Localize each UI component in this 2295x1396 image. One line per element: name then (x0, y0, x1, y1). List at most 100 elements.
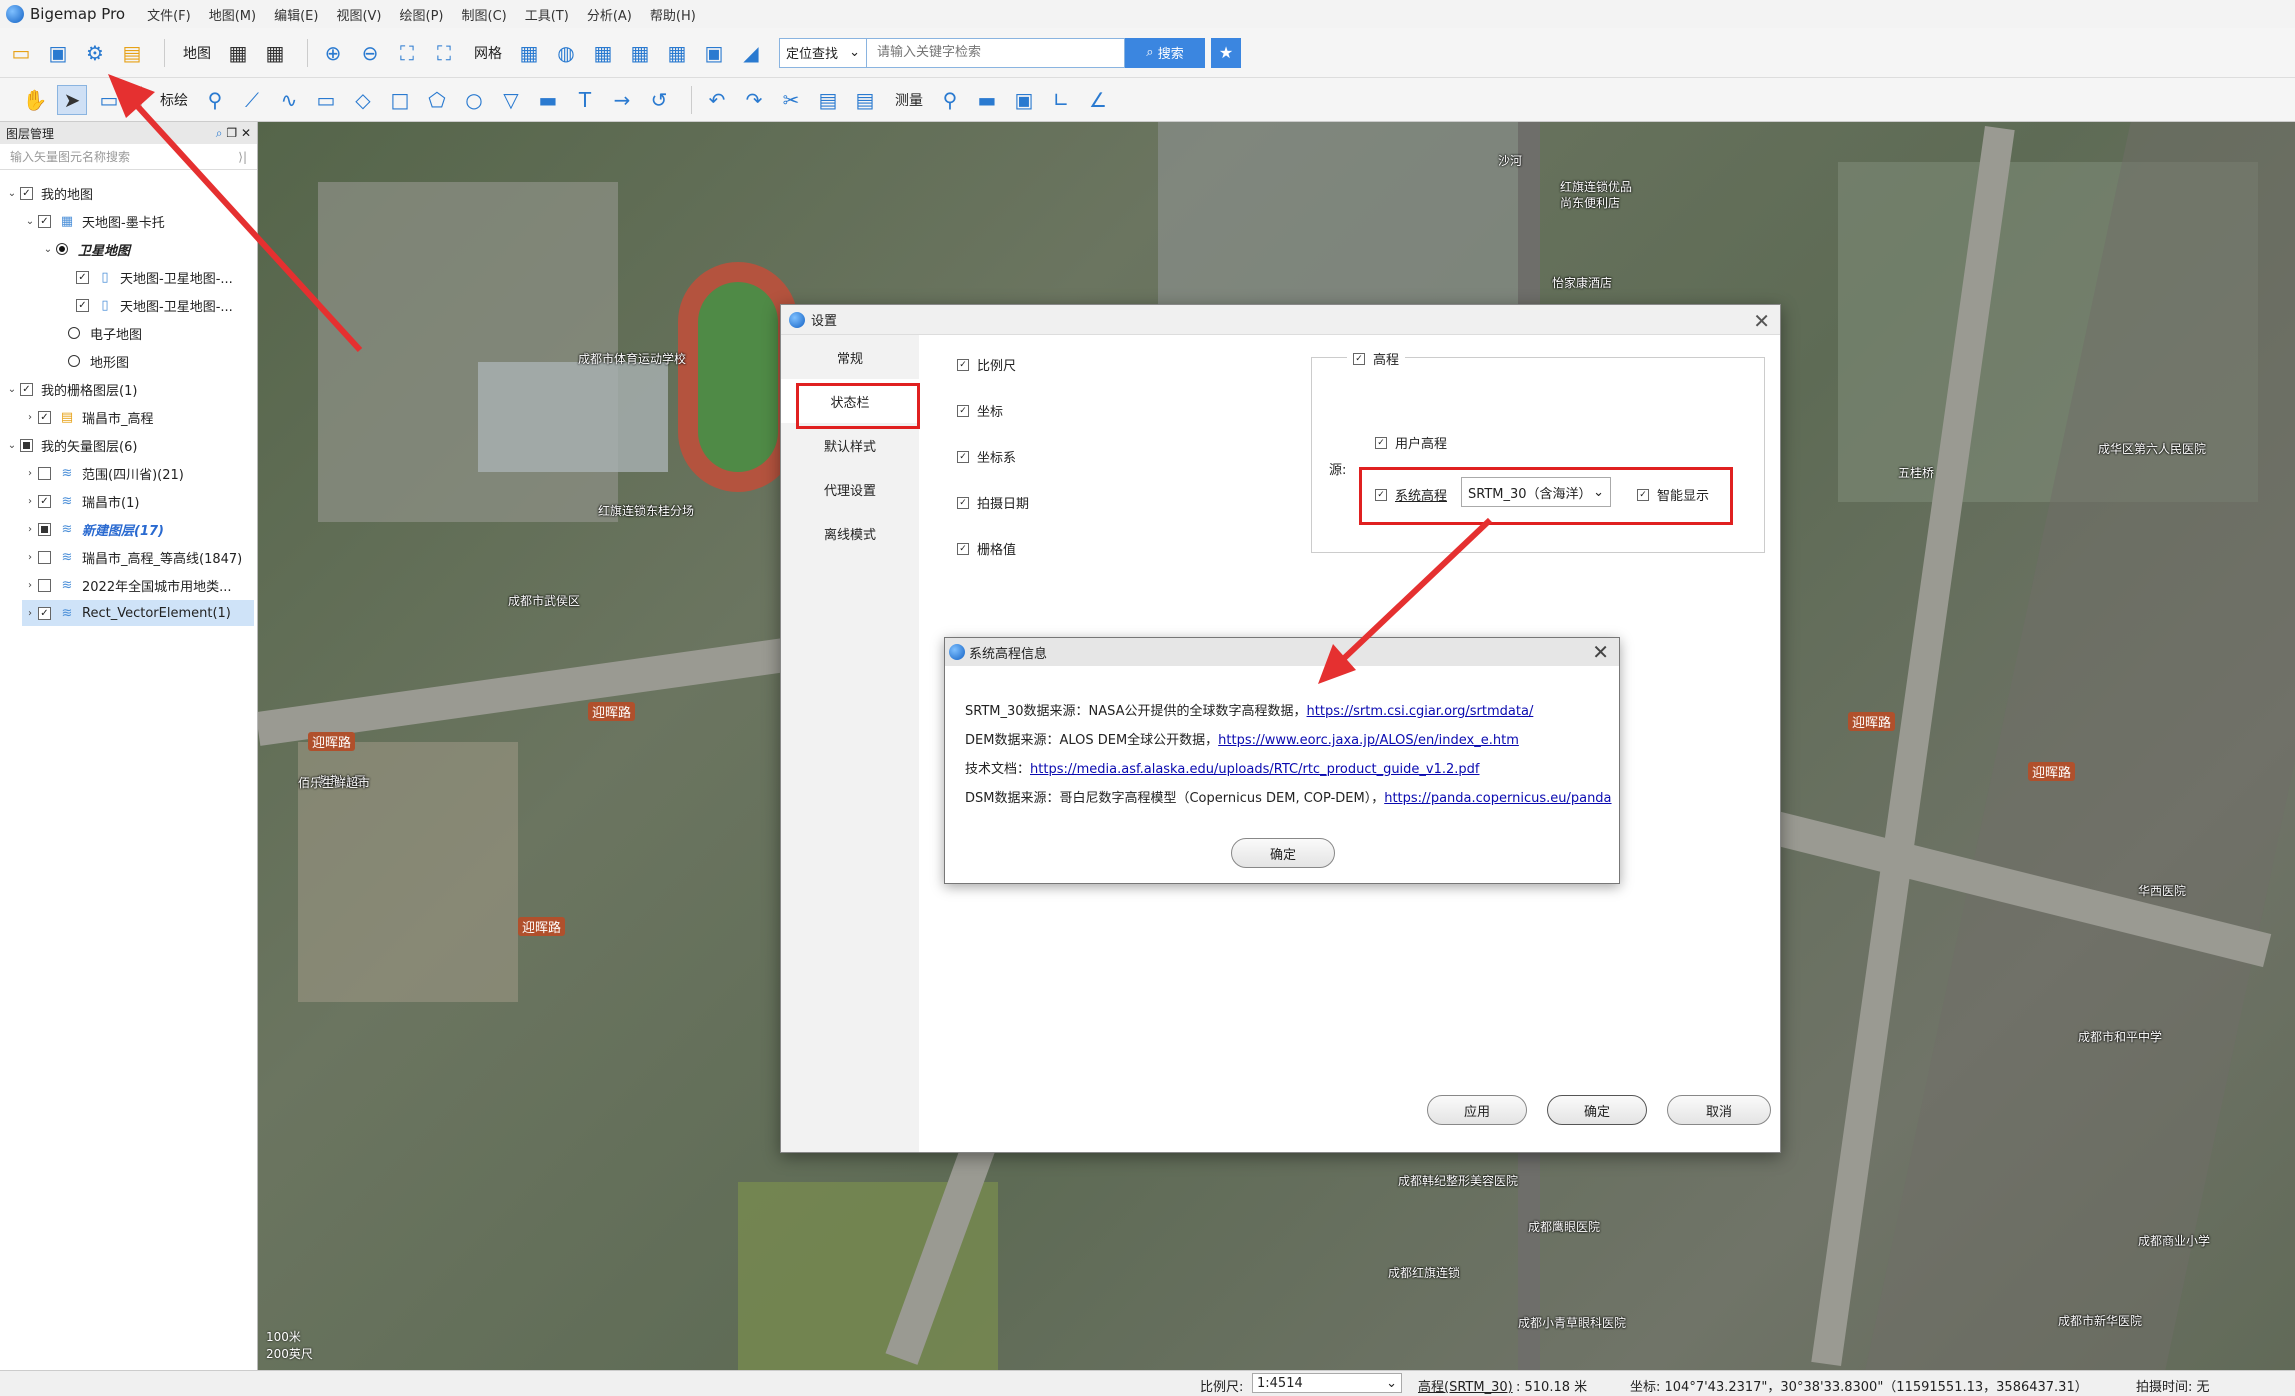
menu-tools[interactable]: 工具(T) (525, 5, 569, 24)
layer-checkbox[interactable] (38, 214, 51, 228)
globe-grid-icon[interactable]: ◍ (551, 38, 581, 68)
collapse-icon[interactable]: ⌄ (4, 188, 20, 199)
nav-proxy[interactable]: 代理设置 (781, 467, 919, 511)
square-icon[interactable]: □ (385, 85, 415, 115)
expand-icon[interactable]: › (22, 468, 38, 479)
tree-item-vector[interactable]: › ≋ 瑞昌市(1) (22, 488, 139, 514)
restore-icon[interactable]: ❐ (226, 126, 237, 140)
text-icon[interactable]: T (570, 85, 600, 115)
layer-checkbox[interactable] (20, 382, 33, 396)
tree-item-satellite[interactable]: ⌄ 卫星地图 (40, 236, 130, 262)
close-icon[interactable]: ✕ (1592, 640, 1609, 664)
grid-export-icon[interactable]: ▣ (699, 38, 729, 68)
collapse-icon[interactable]: ⌄ (22, 216, 38, 227)
checkbox[interactable] (1353, 352, 1365, 365)
nav-general[interactable]: 常规 (781, 335, 919, 379)
marker-pin-icon[interactable]: ⚲ (200, 85, 230, 115)
option-crs[interactable]: 坐标系 (957, 447, 1016, 466)
grid-table-icon[interactable]: ▦ (588, 38, 618, 68)
checkbox[interactable] (957, 542, 969, 555)
open-folder-icon[interactable]: ▭ (6, 38, 36, 68)
menu-edit[interactable]: 编辑(E) (274, 5, 318, 24)
tree-item-terrain[interactable]: 地形图 (68, 348, 129, 374)
layer-checkbox[interactable] (38, 494, 51, 508)
collapse-icon[interactable]: ⌄ (40, 244, 56, 255)
layer-checkbox[interactable] (38, 550, 51, 564)
checkbox[interactable] (957, 496, 969, 509)
curve-icon[interactable]: ∿ (274, 85, 304, 115)
grid-clear-icon[interactable]: ◢ (736, 38, 766, 68)
doc-link[interactable]: https://media.asf.alaska.edu/uploads/RTC… (1030, 762, 1479, 777)
ruler-icon[interactable]: ▬ (533, 85, 563, 115)
alos-link[interactable]: https://www.eorc.jaxa.jp/ALOS/en/index_e… (1218, 733, 1519, 748)
checkbox[interactable] (1637, 488, 1649, 501)
grid-table-icon[interactable]: ▦ (625, 38, 655, 68)
copy-icon[interactable]: ▤ (813, 85, 843, 115)
option-coordinate[interactable]: 坐标 (957, 401, 1003, 420)
tree-item-satellite-sub[interactable]: ▯ 天地图-卫星地图-... (76, 292, 233, 318)
info-ok-button[interactable]: 确定 (1231, 838, 1335, 868)
nav-default-style[interactable]: 默认样式 (781, 423, 919, 467)
scissors-icon[interactable]: ✂ (776, 85, 806, 115)
location-pin-icon[interactable]: ⚲ (935, 85, 965, 115)
expand-icon[interactable]: › (22, 412, 38, 423)
expand-icon[interactable]: › (22, 524, 38, 535)
search-type-select[interactable]: 定位查找 ⌄ (779, 37, 867, 68)
redo-icon[interactable]: ↷ (739, 85, 769, 115)
checkbox[interactable] (957, 404, 969, 417)
expand-icon[interactable]: › (22, 552, 38, 563)
select-rect-icon[interactable]: ▭ (94, 85, 124, 115)
tree-item-vector[interactable]: › ≋ 2022年全国城市用地类... (22, 572, 231, 598)
collapse-icon[interactable]: ⟩| (238, 150, 247, 164)
dem-source-select[interactable]: SRTM_30（含海洋） ⌄ (1461, 477, 1611, 507)
zoom-in-icon[interactable]: ⊕ (318, 38, 348, 68)
image-icon[interactable]: ▤ (117, 38, 147, 68)
layer-checkbox[interactable] (38, 578, 51, 592)
collapse-icon[interactable]: ⌄ (4, 384, 20, 395)
checkbox[interactable] (1375, 436, 1387, 449)
close-icon[interactable]: ✕ (1753, 309, 1770, 333)
tree-item-raster-group[interactable]: ⌄ 我的栅格图层(1) (4, 376, 137, 402)
angle-icon[interactable]: ∟ (1046, 85, 1076, 115)
checkbox[interactable] (1375, 488, 1387, 501)
tree-item-vector-selected[interactable]: › ≋ Rect_VectorElement(1) (22, 600, 254, 626)
search-input[interactable] (867, 37, 1125, 68)
rectangle-icon[interactable]: ▭ (311, 85, 341, 115)
layer-checkbox[interactable] (38, 522, 51, 536)
layer-checkbox[interactable] (76, 298, 89, 312)
option-system-elevation[interactable]: 系统高程 (1375, 485, 1447, 504)
checkbox[interactable] (957, 450, 969, 463)
copernicus-link[interactable]: https://panda.copernicus.eu/panda (1384, 791, 1611, 806)
apply-button[interactable]: 应用 (1427, 1095, 1527, 1125)
favorite-star-icon[interactable]: ★ (1211, 37, 1241, 68)
option-user-elevation[interactable]: 用户高程 (1375, 433, 1447, 452)
curved-arrow-icon[interactable]: ↺ (644, 85, 674, 115)
menu-analysis[interactable]: 分析(A) (587, 5, 632, 24)
layer-checkbox[interactable] (38, 410, 51, 424)
layer-radio[interactable] (56, 243, 68, 255)
ok-button[interactable]: 确定 (1547, 1095, 1647, 1125)
checkbox[interactable] (957, 358, 969, 371)
tree-item-vector[interactable]: › ≋ 瑞昌市_高程_等高线(1847) (22, 544, 242, 570)
grid-icon[interactable]: ▦ (514, 38, 544, 68)
expand-icon[interactable]: › (22, 580, 38, 591)
collapse-icon[interactable]: ⌄ (4, 440, 20, 451)
nav-offline[interactable]: 离线模式 (781, 511, 919, 555)
elevation-source-link[interactable]: 高程(SRTM_30) (1418, 1376, 1513, 1395)
scale-select[interactable]: 1:4514 ⌄ (1252, 1373, 1402, 1393)
menu-file[interactable]: 文件(F) (147, 5, 191, 24)
save-icon[interactable]: ▣ (43, 38, 73, 68)
tree-item-vector[interactable]: › ≋ 新建图层(17) (22, 516, 164, 542)
polygon-icon[interactable]: ◇ (348, 85, 378, 115)
layer-radio[interactable] (68, 355, 80, 367)
tree-item-satellite-sub[interactable]: ▯ 天地图-卫星地图-... (76, 264, 233, 290)
polyline-icon[interactable]: ⟋ (237, 85, 267, 115)
srtm-link[interactable]: https://srtm.csi.cgiar.org/srtmdata/ (1307, 704, 1534, 719)
select-arrow-icon[interactable]: ➤ (57, 84, 87, 115)
azimuth-icon[interactable]: ∠ (1083, 85, 1113, 115)
expand-icon[interactable]: › (22, 496, 38, 507)
paste-icon[interactable]: ▤ (850, 85, 880, 115)
pentagon-icon[interactable]: ⬠ (422, 85, 452, 115)
zoom-out-icon[interactable]: ⊖ (355, 38, 385, 68)
tree-item-vector-group[interactable]: ⌄ 我的矢量图层(6) (4, 432, 137, 458)
